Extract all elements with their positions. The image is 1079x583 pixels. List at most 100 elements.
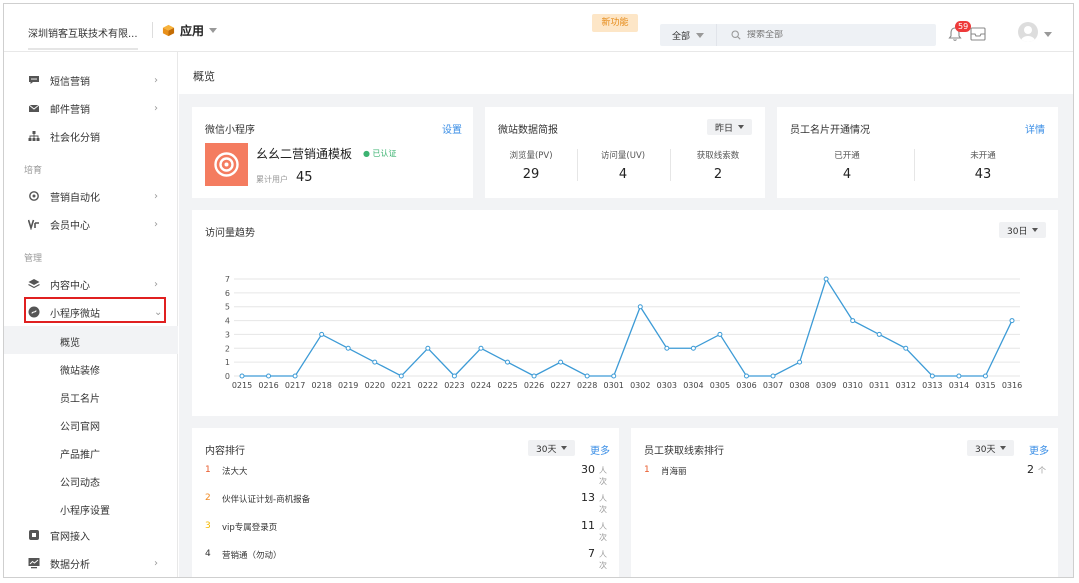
sidebar-subitem-label: 概览 xyxy=(60,338,80,349)
chevron-right-icon: › xyxy=(154,278,158,290)
sidebar-item-label: 官网接入 xyxy=(50,531,90,543)
trend-range-select[interactable]: 30日 xyxy=(999,222,1047,238)
sidebar-item-member-center[interactable]: 会员中心 › xyxy=(4,210,178,238)
x-tick-label: 0312 xyxy=(896,381,916,390)
details-link[interactable]: 详情 xyxy=(1025,121,1045,136)
org-tree-icon xyxy=(28,131,40,141)
chevron-down-icon xyxy=(209,28,218,33)
rank-unit: 人次 xyxy=(599,522,607,542)
rank-unit: 人次 xyxy=(599,494,607,514)
rank-row[interactable]: 1 法大大 30 人次 xyxy=(205,463,607,486)
chevron-down-icon[interactable] xyxy=(1044,32,1052,37)
target-icon xyxy=(29,191,39,201)
sidebar-item-label: 社会化分销 xyxy=(50,132,100,144)
search-input[interactable] xyxy=(747,30,918,40)
chat-icon xyxy=(29,76,39,84)
rank-row[interactable]: 3 vip专属登录页 11 人次 xyxy=(205,519,607,542)
sidebar-subitem-overview[interactable]: 概览 xyxy=(4,326,178,354)
sidebar-item-content-center[interactable]: 内容中心 › xyxy=(4,270,178,298)
rank-row[interactable]: 1 肖海丽 2 个 xyxy=(644,463,1046,483)
data-point xyxy=(611,373,617,379)
mini-program-card: 微信小程序 设置 幺幺二营销通模板 ● 已认证 累计用户 45 xyxy=(192,107,473,198)
x-tick-label: 0219 xyxy=(338,381,358,390)
monitor-icon xyxy=(28,558,40,569)
rank-value: 2 xyxy=(1027,463,1034,476)
stat-leads: 获取线索数 2 xyxy=(683,149,753,182)
card-title: 员工名片开通情况 xyxy=(790,125,870,136)
company-name[interactable]: 深圳销客互联技术有限... xyxy=(28,25,138,40)
x-tick-label: 0224 xyxy=(471,381,491,390)
search-scope-select[interactable]: 全部 xyxy=(660,24,718,46)
chevron-down-icon xyxy=(738,125,745,129)
sidebar-item-marketing-automation[interactable]: 营销自动化 › xyxy=(4,182,178,210)
sidebar-subitem-mini-program-settings[interactable]: 小程序设置 xyxy=(4,494,178,522)
data-point xyxy=(451,373,457,379)
rank-row[interactable]: 2 伙伴认证计划-商机报备 13 人次 xyxy=(205,491,607,514)
x-tick-label: 0303 xyxy=(657,381,677,390)
x-tick-label: 0316 xyxy=(1002,381,1022,390)
notification-badge: 59 xyxy=(955,21,972,32)
data-point xyxy=(637,304,643,310)
x-tick-label: 0301 xyxy=(604,381,624,390)
sidebar-subitem-product-promotion[interactable]: 产品推广 xyxy=(4,438,178,466)
site-stats-range-select[interactable]: 昨日 xyxy=(707,119,753,135)
sidebar-subitem-company-website[interactable]: 公司官网 xyxy=(4,410,178,438)
more-link[interactable]: 更多 xyxy=(590,442,610,457)
data-point xyxy=(1009,318,1015,324)
rank-name: 伙伴认证计划-商机报备 xyxy=(222,495,311,505)
stat-value: 29 xyxy=(522,167,540,182)
sidebar-item-label: 邮件营销 xyxy=(50,104,90,116)
y-tick-label: 5 xyxy=(225,303,230,312)
sidebar-item-label: 营销自动化 xyxy=(50,192,100,204)
sidebar-item-data-analysis[interactable]: 数据分析 › xyxy=(4,549,178,577)
sidebar-subitem-company-news[interactable]: 公司动态 xyxy=(4,466,178,494)
x-tick-label: 0228 xyxy=(577,381,597,390)
sidebar-subitem-site-decoration[interactable]: 微站装修 xyxy=(4,354,178,382)
chevron-right-icon: › xyxy=(154,74,158,86)
card-title: 员工获取线索排行 xyxy=(644,446,724,457)
content-rank-range-select[interactable]: 30天 xyxy=(528,440,576,456)
data-point xyxy=(743,373,749,379)
x-tick-label: 0309 xyxy=(816,381,836,390)
app-window: 深圳销客互联技术有限... 应用 新功能 全部 搜索全部 59 短信营销 › 邮… xyxy=(3,3,1074,578)
lead-rank-range-select[interactable]: 30天 xyxy=(967,440,1015,456)
stat-uv: 访问量(UV) 4 xyxy=(591,149,655,182)
sidebar-item-social-distribution[interactable]: 社会化分销 xyxy=(4,122,178,150)
x-tick-label: 0307 xyxy=(763,381,783,390)
search-scope-label: 全部 xyxy=(672,31,691,42)
sidebar-item-email-marketing[interactable]: 邮件营销 › xyxy=(4,94,178,122)
divider xyxy=(577,149,578,181)
app-menu-button[interactable]: 应用 xyxy=(162,22,218,39)
website-icon xyxy=(29,530,39,540)
sidebar-item-label: 会员中心 xyxy=(50,220,90,232)
stat-label: 未开通 xyxy=(970,151,996,161)
visit-trend-card: 访问量趋势 30日 0 1 2 3 4 5 6 7 0215 0216 0217 0218 0219 02… xyxy=(192,210,1058,416)
data-point xyxy=(717,331,723,337)
card-title: 微站数据简报 xyxy=(498,125,558,136)
stat-pv: 浏览量(PV) 29 xyxy=(499,149,563,182)
chevron-down-icon xyxy=(561,446,568,450)
data-point xyxy=(292,373,298,379)
sidebar-subitem-label: 小程序设置 xyxy=(60,506,110,517)
rank-row[interactable]: 4 营销通（勿动） 7 人次 xyxy=(205,547,607,570)
new-feature-badge[interactable]: 新功能 xyxy=(592,14,638,32)
x-tick-label: 0217 xyxy=(285,381,305,390)
sidebar-subitem-label: 微站装修 xyxy=(60,366,100,377)
data-point xyxy=(956,373,962,379)
avatar[interactable] xyxy=(1018,22,1038,42)
inbox-icon[interactable] xyxy=(970,27,986,41)
vip-icon xyxy=(28,219,39,230)
sidebar-item-sms-marketing[interactable]: 短信营销 › xyxy=(4,66,178,94)
more-link[interactable]: 更多 xyxy=(1029,442,1049,457)
data-point xyxy=(929,373,935,379)
site-stats-card: 微站数据简报 昨日 浏览量(PV) 29 访问量(UV) 4 获取线索数 2 xyxy=(485,107,765,198)
stat-label: 获取线索数 xyxy=(696,151,740,161)
rank-unit: 个 xyxy=(1038,466,1046,475)
app-menu-label: 应用 xyxy=(180,24,205,38)
data-point xyxy=(664,345,670,351)
sidebar-group-manage: 管理 xyxy=(24,254,43,264)
y-tick-label: 1 xyxy=(225,358,230,367)
sidebar-subitem-employee-cards[interactable]: 员工名片 xyxy=(4,382,178,410)
sidebar-item-website-integration[interactable]: 官网接入 xyxy=(4,521,178,549)
settings-link[interactable]: 设置 xyxy=(442,121,462,136)
